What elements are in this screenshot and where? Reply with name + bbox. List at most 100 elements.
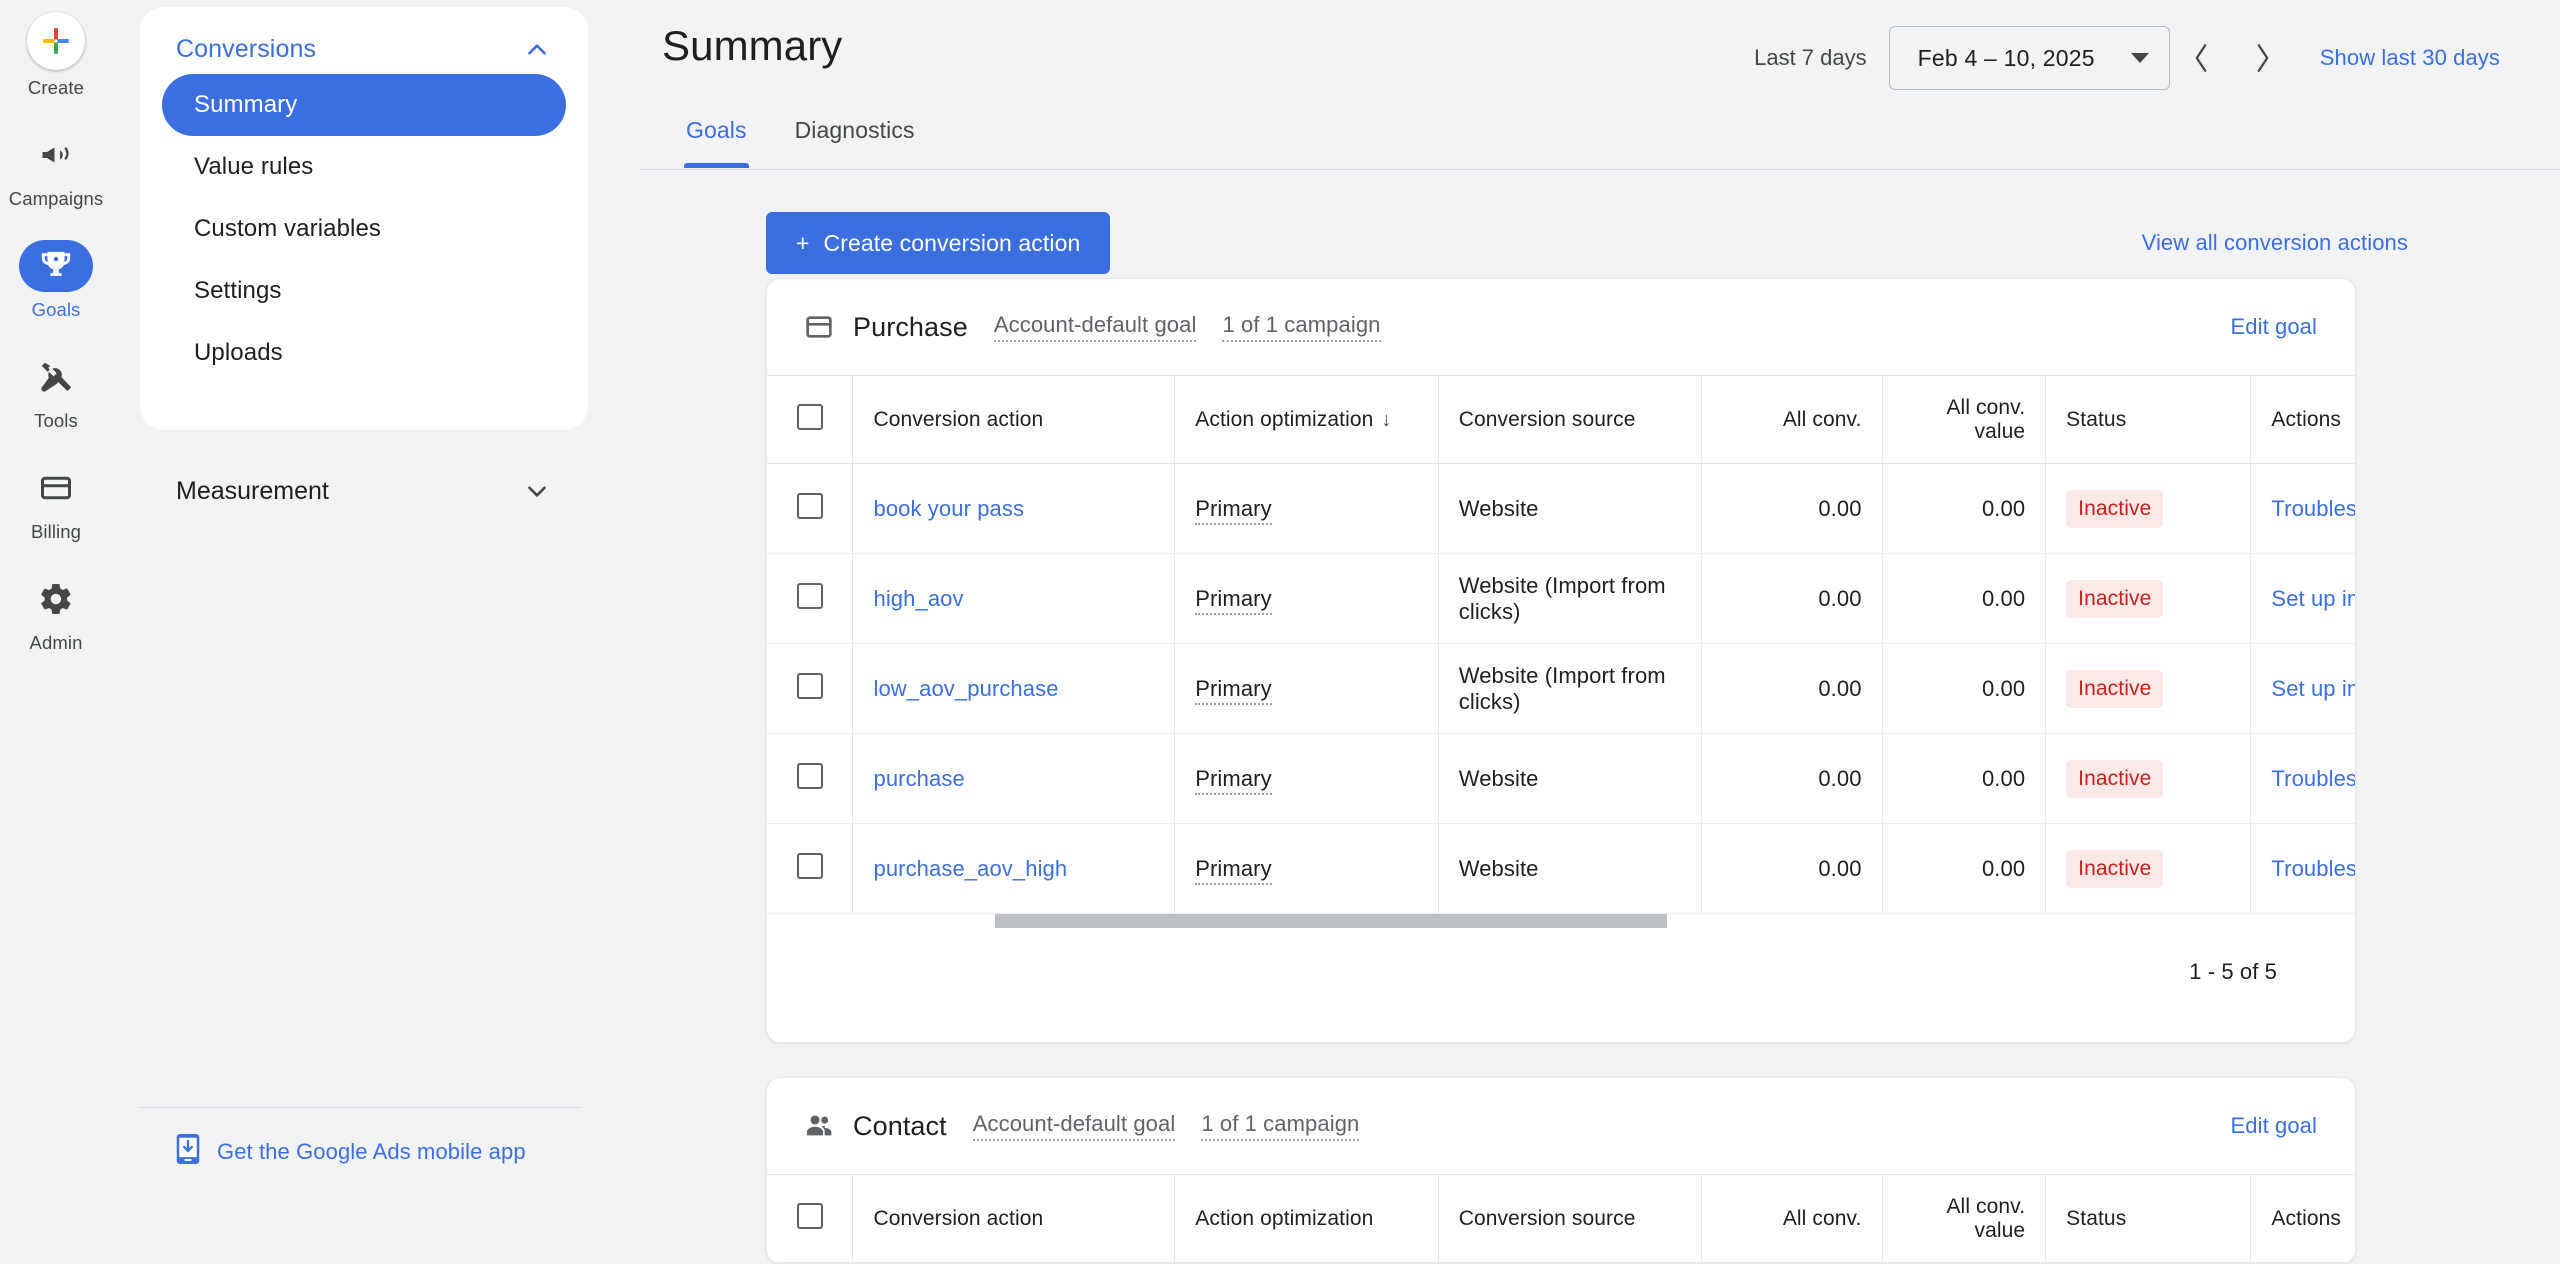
cell-actions: Troubleshoot (2250, 463, 2355, 554)
date-range-value: Feb 4 – 10, 2025 (1917, 44, 2095, 71)
action-optimization-value[interactable]: Primary (1195, 675, 1272, 705)
sidebar-item-custom-variables[interactable]: Custom variables (140, 198, 558, 260)
nav-section-conversions-header[interactable]: Conversions (140, 25, 588, 74)
row-checkbox[interactable] (796, 762, 823, 789)
sidebar-item-settings[interactable]: Settings (140, 260, 558, 322)
row-action-link[interactable]: Troubleshoot (2271, 856, 2355, 881)
rail-item-label: Create (27, 77, 85, 98)
status-badge: Inactive (2066, 579, 2164, 618)
rail-item-goals[interactable]: Goals (0, 240, 112, 321)
cell-status: Inactive (2045, 643, 2252, 734)
conversion-action-link[interactable]: high_aov (873, 586, 963, 611)
tab-label: Diagnostics (794, 116, 915, 143)
sidebar-item-uploads[interactable]: Uploads (140, 322, 558, 384)
nav-section-measurement-header[interactable]: Measurement (140, 456, 588, 526)
rail-item-tools[interactable]: Tools (0, 351, 112, 432)
column-label: Status (2066, 407, 2127, 431)
credit-card-icon (19, 462, 93, 514)
edit-goal-link[interactable]: Edit goal (2230, 314, 2317, 340)
action-optimization-value[interactable]: Primary (1195, 855, 1272, 885)
column-label: Actions (2271, 1206, 2341, 1230)
pagination-label: 1 - 5 of 5 (2189, 959, 2277, 984)
chevron-down-icon (2130, 53, 2149, 63)
rail-item-label: Admin (29, 632, 83, 653)
row-checkbox[interactable] (796, 852, 823, 879)
conversion-action-link[interactable]: low_aov_purchase (873, 676, 1058, 701)
row-checkbox[interactable] (796, 492, 823, 519)
sidebar-item-summary[interactable]: Summary (162, 74, 566, 136)
rail-item-billing[interactable]: Billing (0, 462, 112, 543)
column-header-conversion-source[interactable]: Conversion source (1438, 375, 1703, 464)
row-action-link[interactable]: Troubleshoot (2271, 766, 2355, 791)
row-action-link[interactable]: Troubleshoot (2271, 496, 2355, 521)
column-header-status[interactable]: Status (2045, 1174, 2252, 1263)
row-checkbox[interactable] (796, 672, 823, 699)
horizontal-scrollbar[interactable] (767, 914, 2355, 932)
conversion-actions-table-wrapper: Conversion action Action optimization Co… (767, 1174, 2355, 1263)
tab-goals[interactable]: Goals (662, 92, 771, 168)
rail-item-campaigns[interactable]: Campaigns (0, 129, 112, 210)
column-header-action-optimization[interactable]: Action optimization (1174, 1174, 1439, 1263)
row-action-link[interactable]: Set up import (2271, 586, 2355, 611)
action-optimization-value[interactable]: Primary (1195, 585, 1272, 615)
rail-item-label: Campaigns (8, 188, 104, 209)
column-header-all-conv-value[interactable]: All conv. value (1882, 1174, 2047, 1263)
conversion-action-link[interactable]: purchase_aov_high (873, 856, 1067, 881)
goal-type-chip[interactable]: Account-default goal (993, 312, 1197, 342)
column-header-all-conv-value[interactable]: All conv. value (1882, 375, 2047, 464)
create-conversion-action-button[interactable]: + Create conversion action (766, 212, 1111, 274)
cell-status: Inactive (2045, 553, 2252, 644)
row-action-link[interactable]: Set up import (2271, 676, 2355, 701)
cell-all-conv-value: 0.00 (1882, 823, 2047, 914)
date-range-picker[interactable]: Feb 4 – 10, 2025 (1888, 26, 2170, 90)
column-header-conversion-source[interactable]: Conversion source (1438, 1174, 1703, 1263)
next-period-button[interactable] (2232, 27, 2294, 89)
get-mobile-app-link[interactable]: Get the Google Ads mobile app (140, 1134, 588, 1169)
row-select-cell (767, 733, 854, 824)
table-row: purchase Primary Website 0.00 0.00 Inact… (767, 733, 2355, 824)
cell-conversion-action: book your pass (852, 463, 1176, 554)
column-header-all-conv[interactable]: All conv. (1701, 1174, 1883, 1263)
rail-item-admin[interactable]: Admin (0, 573, 112, 654)
cell-conversion-source: Website (1438, 823, 1703, 914)
row-checkbox[interactable] (796, 582, 823, 609)
page-header: Summary Last 7 days Feb 4 – 10, 2025 Sho… (640, 0, 2560, 92)
column-header-conversion-action[interactable]: Conversion action (852, 1174, 1176, 1263)
column-header-conversion-action[interactable]: Conversion action (852, 375, 1176, 464)
left-nav-rail: Create Campaigns Goals Tools Billing Adm… (0, 0, 112, 1194)
credit-card-icon (803, 311, 835, 343)
trophy-icon (19, 240, 93, 292)
previous-period-button[interactable] (2170, 27, 2232, 89)
goal-campaign-count-chip[interactable]: 1 of 1 campaign (1201, 1111, 1360, 1141)
action-optimization-value[interactable]: Primary (1195, 765, 1272, 795)
column-header-status[interactable]: Status (2045, 375, 2252, 464)
conversion-action-link[interactable]: purchase (873, 766, 964, 791)
sidebar-item-label: Settings (194, 277, 282, 304)
action-optimization-value[interactable]: Primary (1195, 495, 1272, 525)
view-all-conversion-actions-link[interactable]: View all conversion actions (2142, 230, 2408, 256)
table-header-row: Conversion action Action optimization ↓ C… (767, 375, 2355, 464)
tab-diagnostics[interactable]: Diagnostics (771, 92, 939, 168)
cell-all-conv: 0.00 (1701, 643, 1883, 734)
rail-item-create[interactable]: Create (0, 12, 112, 99)
conversion-action-link[interactable]: book your pass (873, 496, 1024, 521)
rail-item-label: Tools (34, 410, 78, 431)
column-header-actions: Actions (2250, 1174, 2355, 1263)
column-label: Action optimization (1195, 407, 1374, 431)
table-row: purchase_aov_high Primary Website 0.00 0… (767, 823, 2355, 914)
scrollbar-thumb[interactable] (995, 914, 1667, 928)
select-all-checkbox[interactable] (796, 1202, 823, 1229)
goal-campaign-count-chip[interactable]: 1 of 1 campaign (1222, 312, 1381, 342)
column-header-all-conv[interactable]: All conv. (1701, 375, 1883, 464)
sidebar-item-value-rules[interactable]: Value rules (140, 136, 558, 198)
goal-type-chip[interactable]: Account-default goal (972, 1111, 1176, 1141)
select-all-checkbox[interactable] (796, 403, 823, 430)
show-last-30-days-link[interactable]: Show last 30 days (2320, 45, 2500, 71)
row-select-cell (767, 643, 854, 734)
plus-icon: + (796, 229, 810, 256)
column-header-action-optimization[interactable]: Action optimization ↓ (1174, 375, 1439, 464)
divider (140, 1107, 580, 1108)
edit-goal-link[interactable]: Edit goal (2230, 1113, 2317, 1139)
column-label: Conversion action (873, 407, 1044, 431)
table-row: high_aov Primary Website (Import from cl… (767, 553, 2355, 644)
